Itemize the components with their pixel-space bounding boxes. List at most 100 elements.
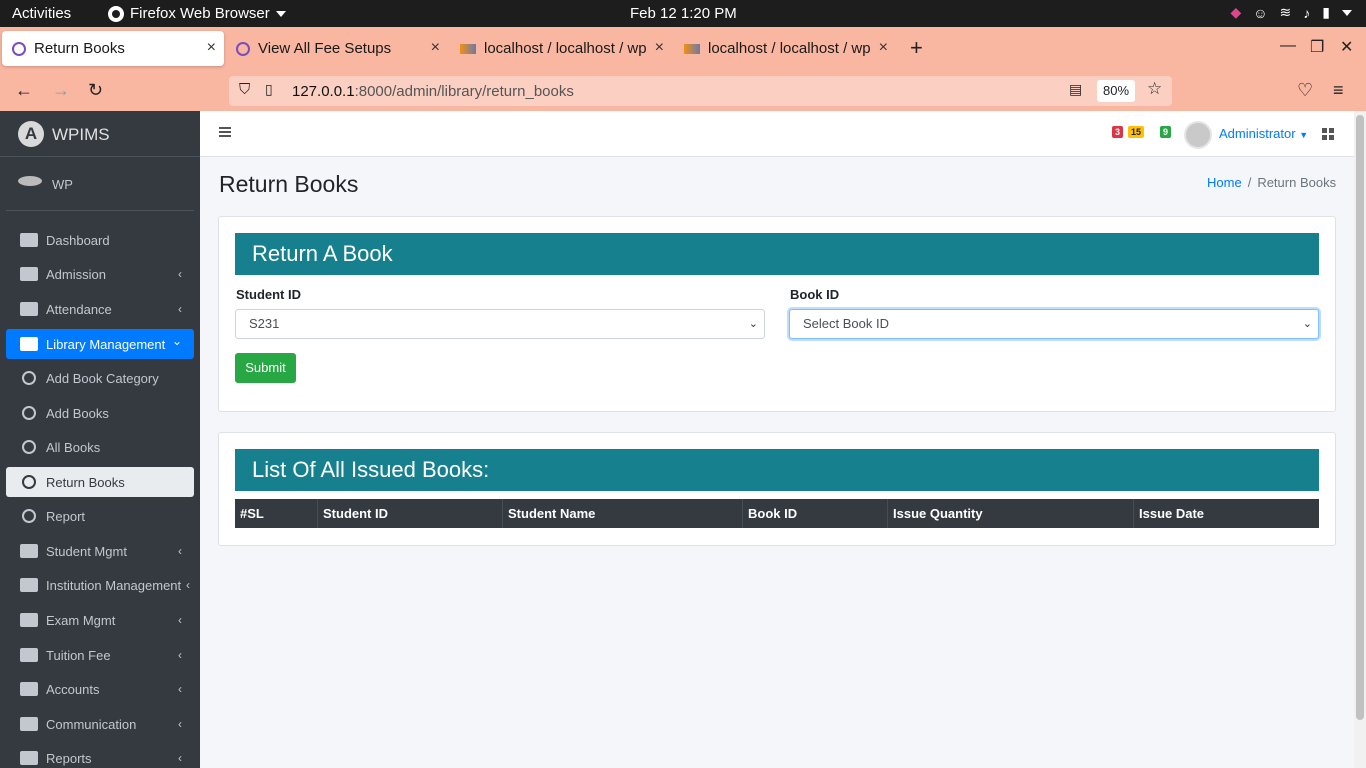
sidebar-item-all-books[interactable]: All Books <box>6 432 194 462</box>
sidebar-item-label: Exam Mgmt <box>46 612 116 628</box>
sidebar-item-reports[interactable]: Reports ‹ <box>6 743 194 768</box>
new-tab-icon[interactable]: + <box>910 35 923 61</box>
tab-fee-setups[interactable]: View All Fee Setups × <box>226 31 448 66</box>
sidebar-item-attendance[interactable]: Attendance ‹ <box>6 294 194 324</box>
sidebar-item-admission[interactable]: Admission ‹ <box>6 259 194 289</box>
sidebar-item-label: Reports <box>46 750 92 766</box>
minimize-icon[interactable]: — <box>1280 37 1296 55</box>
sidebar-item-add-book-category[interactable]: Add Book Category <box>6 363 194 393</box>
back-icon[interactable]: ← <box>15 80 33 101</box>
url-text[interactable]: 127.0.0.1:8000/admin/library/return_book… <box>292 83 574 100</box>
user-panel[interactable]: WP <box>6 157 194 211</box>
phpmyadmin-icon <box>684 43 700 54</box>
column-header-issue-quantity[interactable]: Issue Quantity <box>887 499 1133 528</box>
chevron-left-icon: ‹ <box>178 544 182 558</box>
book-id-select[interactable]: Select Book ID ⌄ <box>789 309 1319 339</box>
network-icon[interactable]: ≋ <box>1280 4 1292 21</box>
sidebar-item-add-books[interactable]: Add Books <box>6 398 194 428</box>
close-icon[interactable]: × <box>655 39 664 57</box>
sidebar-item-label: Report <box>46 508 86 524</box>
bookmark-star-icon[interactable]: ☆ <box>1147 79 1162 99</box>
brand-link[interactable]: A WPIMS <box>0 111 200 157</box>
maximize-icon[interactable]: ❐ <box>1310 37 1324 57</box>
submit-button[interactable]: Submit <box>235 353 296 383</box>
user-avatar <box>18 176 42 186</box>
sidebar-item-library-management[interactable]: Library Management ⌄ <box>6 329 194 359</box>
user-name[interactable]: WP <box>52 177 73 192</box>
page-title: Return Books <box>219 171 359 197</box>
user-dropdown[interactable]: Administrator ▼ <box>1219 126 1308 141</box>
table-icon <box>20 578 38 592</box>
url-bar[interactable]: ⛉ ▯ 127.0.0.1:8000/admin/library/return_… <box>229 76 1172 106</box>
chevron-left-icon: ‹ <box>178 648 182 662</box>
column-header-student-id[interactable]: Student ID <box>317 499 502 528</box>
shield-icon[interactable]: ⛉ <box>239 81 250 98</box>
menu-icon[interactable]: ≡ <box>1333 80 1344 101</box>
chevron-down-icon: ⌄ <box>748 318 758 330</box>
sidebar-item-label: Attendance <box>46 301 112 317</box>
tab-title: localhost / localhost / wp <box>708 40 871 57</box>
column-header-book-id[interactable]: Book ID <box>742 499 887 528</box>
sidebar-item-label: Return Books <box>46 474 125 490</box>
notification-badge-yellow[interactable]: 15 <box>1128 126 1145 138</box>
close-icon[interactable]: × <box>207 39 216 57</box>
close-icon[interactable]: × <box>879 39 888 57</box>
sidebar-item-accounts[interactable]: Accounts ‹ <box>6 674 194 704</box>
pocket-icon[interactable]: ♡ <box>1297 80 1313 101</box>
avatar[interactable] <box>1184 121 1212 149</box>
user-plus-icon <box>20 267 38 281</box>
chevron-left-icon: ‹ <box>178 267 182 281</box>
apps-grid-icon[interactable] <box>1322 128 1334 140</box>
student-id-label: Student ID <box>236 287 301 302</box>
reload-icon[interactable]: ↻ <box>88 80 103 101</box>
breadcrumb-home[interactable]: Home <box>1207 175 1242 190</box>
battery-icon[interactable]: ▮ <box>1322 4 1330 21</box>
volume-icon[interactable]: ♪ <box>1303 5 1310 21</box>
sidebar-item-dashboard[interactable]: Dashboard <box>6 225 194 255</box>
return-book-card: Return A Book Student ID S231 ⌄ Book ID … <box>218 216 1336 412</box>
column-header-student-name[interactable]: Student Name <box>502 499 742 528</box>
hamburger-icon[interactable] <box>219 127 231 137</box>
system-tray[interactable]: ◆ ☺ ≋ ♪ ▮ <box>1230 4 1352 21</box>
notification-badge-red[interactable]: 3 <box>1112 126 1124 138</box>
zoom-level[interactable]: 80% <box>1097 80 1135 102</box>
reader-view-icon[interactable]: ▤ <box>1069 81 1082 98</box>
app-menu[interactable]: Firefox Web Browser <box>108 5 286 22</box>
sidebar-item-student-mgmt[interactable]: Student Mgmt ‹ <box>6 536 194 566</box>
scrollbar-thumb[interactable] <box>1356 115 1364 720</box>
column-header-sl[interactable]: #SL <box>235 499 317 528</box>
student-id-select[interactable]: S231 ⌄ <box>235 309 765 339</box>
clock[interactable]: Feb 12 1:20 PM <box>630 5 737 22</box>
page-scrollbar[interactable] <box>1354 111 1366 768</box>
forward-icon[interactable]: → <box>52 80 70 101</box>
circle-icon <box>22 475 36 489</box>
book-id-label: Book ID <box>790 287 840 302</box>
sidebar-item-tuition-fee[interactable]: Tuition Fee ‹ <box>6 640 194 670</box>
breadcrumb-current: Return Books <box>1257 175 1337 190</box>
sidebar-item-exam-mgmt[interactable]: Exam Mgmt ‹ <box>6 605 194 635</box>
column-header-issue-date[interactable]: Issue Date <box>1133 499 1319 528</box>
tab-phpmyadmin-1[interactable]: localhost / localhost / wp × <box>450 31 672 66</box>
tab-phpmyadmin-2[interactable]: localhost / localhost / wp × <box>674 31 896 66</box>
window-close-icon[interactable]: ✕ <box>1340 37 1353 57</box>
sidebar-item-label: Communication <box>46 716 137 732</box>
sidebar-item-communication[interactable]: Communication ‹ <box>6 709 194 739</box>
sidebar-item-label: Accounts <box>46 681 100 697</box>
sidebar-item-report[interactable]: Report <box>6 501 194 531</box>
sidebar-item-institution-management[interactable]: Institution Management ‹ <box>6 570 194 600</box>
sidebar-item-return-books[interactable]: Return Books <box>6 467 194 497</box>
issued-books-table-header: #SL Student ID Student Name Book ID Issu… <box>235 499 1319 528</box>
url-path: :8000/admin/library/return_books <box>354 83 574 100</box>
activities-button[interactable]: Activities <box>12 5 71 22</box>
book-id-value: Select Book ID <box>803 316 889 331</box>
page-info-icon[interactable]: ▯ <box>265 81 273 98</box>
app-indicator-icon[interactable]: ◆ <box>1230 4 1241 21</box>
notification-badge-green[interactable]: 9 <box>1160 126 1172 138</box>
close-icon[interactable]: × <box>431 39 440 57</box>
chevron-down-icon[interactable] <box>1342 9 1352 16</box>
chevron-left-icon: ‹ <box>186 578 190 592</box>
chevron-down-icon <box>275 10 286 17</box>
accessibility-icon[interactable]: ☺ <box>1253 5 1267 21</box>
tab-return-books[interactable]: Return Books × <box>2 31 224 66</box>
sidebar: A WPIMS WP Dashboard Admission ‹ Attenda… <box>0 111 200 768</box>
